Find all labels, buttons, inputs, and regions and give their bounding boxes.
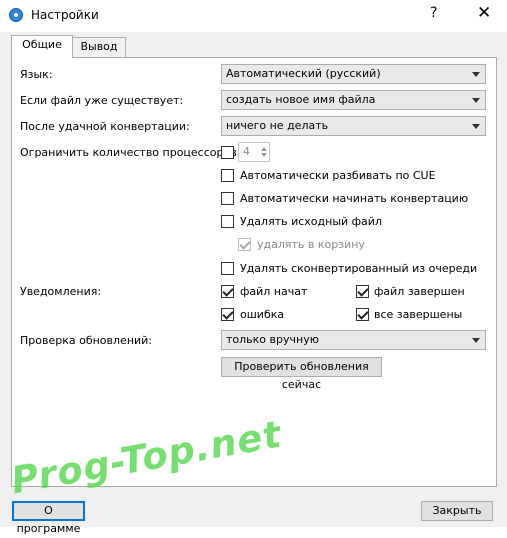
limit-cpu-label: Ограничить количество процессоров: [20,146,241,159]
spin-up-icon[interactable] [261,147,267,151]
close-button[interactable]: Закрыть [421,501,493,521]
chevron-down-icon [472,98,480,103]
chevron-down-icon [472,124,480,129]
notify-error-checkbox[interactable] [221,308,234,321]
notify-all-finished-label: все завершены [374,308,463,321]
updates-value: только вручную [226,333,319,346]
recycle-bin-label: удалять в корзину [257,238,365,251]
notifications-label: Уведомления: [20,285,102,298]
file-exists-label: Если файл уже существует: [20,94,184,107]
updates-select[interactable]: только вручную [221,330,486,350]
after-success-select[interactable]: ничего не делать [221,116,486,136]
cpu-count-value: 4 [243,145,250,158]
check-updates-button[interactable]: Проверить обновления сейчас [221,357,382,391]
chevron-down-icon [472,338,480,343]
delete-source-label: Удалять исходный файл [240,215,382,228]
language-label: Язык: [20,68,53,81]
tab-general[interactable]: Общие [11,35,73,58]
auto-start-label: Автоматически начинать конвертацию [240,192,469,205]
spin-down-icon[interactable] [261,153,267,157]
auto-start-checkbox[interactable] [221,192,234,205]
limit-cpu-checkbox[interactable] [221,146,234,159]
tab-output[interactable]: Вывод [72,37,126,57]
dialog-body: Общие Вывод Язык: Автоматический (русски… [0,32,507,535]
notify-file-started-label: файл начат [240,285,308,298]
remove-converted-label: Удалять сконвертированный из очереди [240,262,478,275]
language-select[interactable]: Автоматический (русский) [221,64,486,84]
auto-split-cue-label: Автоматически разбивать по CUE [240,169,436,182]
close-window-icon[interactable]: ✕ [477,3,491,23]
cpu-count-spinner[interactable]: 4 [238,142,270,162]
after-success-value: ничего не делать [226,119,329,132]
language-value: Автоматический (русский) [226,67,381,80]
help-button[interactable]: ? [430,5,437,21]
about-button[interactable]: О программе [12,501,85,535]
notify-file-started-checkbox[interactable] [221,285,234,298]
window-title: Настройки [31,8,99,22]
notify-error-label: ошибка [240,308,285,321]
title-bar: Настройки ? ✕ [0,0,507,32]
chevron-down-icon [472,72,480,77]
remove-converted-checkbox[interactable] [221,262,234,275]
recycle-bin-checkbox[interactable] [238,238,251,251]
file-exists-value: создать новое имя файла [226,93,376,106]
notify-all-finished-checkbox[interactable] [356,308,369,321]
auto-split-cue-checkbox[interactable] [221,169,234,182]
delete-source-checkbox[interactable] [221,215,234,228]
updates-label: Проверка обновлений: [20,334,153,347]
app-icon [9,8,23,22]
notify-file-finished-checkbox[interactable] [356,285,369,298]
after-success-label: После удачной конвертации: [20,120,190,133]
notify-file-finished-label: файл завершен [374,285,465,298]
file-exists-select[interactable]: создать новое имя файла [221,90,486,110]
